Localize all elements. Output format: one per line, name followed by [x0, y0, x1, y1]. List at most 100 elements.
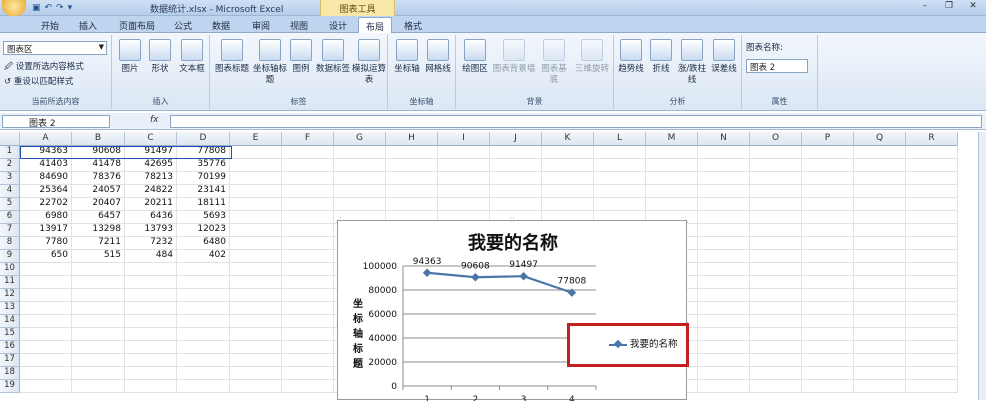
- plot-area[interactable]: 100000 80000 60000 40000 20000 0 1 2 3 4 94363 9060…: [338, 221, 688, 401]
- cell[interactable]: [282, 367, 334, 380]
- cell[interactable]: [906, 367, 958, 380]
- lines-button[interactable]: 折线: [646, 39, 676, 75]
- select-all-corner[interactable]: [0, 132, 20, 146]
- column-header-i[interactable]: I: [438, 132, 490, 146]
- data-labels-button[interactable]: 数据标签: [314, 39, 352, 75]
- row-header[interactable]: 17: [0, 354, 20, 367]
- cell[interactable]: [854, 263, 906, 276]
- cell[interactable]: 18111: [177, 198, 230, 211]
- cell[interactable]: [386, 159, 438, 172]
- cell[interactable]: [282, 328, 334, 341]
- cell[interactable]: [594, 146, 646, 159]
- cell[interactable]: [750, 198, 802, 211]
- cell[interactable]: [802, 237, 854, 250]
- cell[interactable]: [490, 159, 542, 172]
- cell[interactable]: [20, 263, 72, 276]
- cell[interactable]: [802, 159, 854, 172]
- row-header[interactable]: 18: [0, 367, 20, 380]
- column-header-h[interactable]: H: [386, 132, 438, 146]
- cell[interactable]: [750, 159, 802, 172]
- axis-titles-button[interactable]: 坐标轴标题: [252, 39, 288, 86]
- cell[interactable]: [750, 185, 802, 198]
- restore-icon[interactable]: ❐: [940, 1, 958, 14]
- cell[interactable]: [20, 289, 72, 302]
- row-header[interactable]: 6: [0, 211, 20, 224]
- cell[interactable]: [906, 146, 958, 159]
- cell[interactable]: [20, 354, 72, 367]
- cell[interactable]: [282, 354, 334, 367]
- cell[interactable]: [282, 146, 334, 159]
- cell[interactable]: [282, 237, 334, 250]
- cell[interactable]: [750, 289, 802, 302]
- cell[interactable]: [906, 172, 958, 185]
- row-header[interactable]: 16: [0, 341, 20, 354]
- legend-button[interactable]: 图例: [288, 39, 314, 75]
- cell[interactable]: [490, 172, 542, 185]
- cell[interactable]: [282, 315, 334, 328]
- cell[interactable]: [125, 315, 177, 328]
- tab-data[interactable]: 数据: [204, 17, 238, 33]
- cell[interactable]: [906, 289, 958, 302]
- cell[interactable]: [230, 237, 282, 250]
- cell[interactable]: [698, 380, 750, 393]
- plot-area-button[interactable]: 绘图区: [460, 39, 490, 75]
- cell[interactable]: [125, 289, 177, 302]
- cell[interactable]: [698, 315, 750, 328]
- cell[interactable]: [282, 289, 334, 302]
- minimize-icon[interactable]: –: [916, 1, 934, 14]
- cell[interactable]: [854, 367, 906, 380]
- row-header[interactable]: 9: [0, 250, 20, 263]
- row-header[interactable]: 11: [0, 276, 20, 289]
- cell[interactable]: [334, 159, 386, 172]
- cell[interactable]: [854, 354, 906, 367]
- cell[interactable]: [230, 302, 282, 315]
- vertical-scrollbar[interactable]: [978, 132, 986, 400]
- chart-element-dropdown[interactable]: 图表区 ▼: [3, 41, 107, 55]
- cell[interactable]: 13298: [72, 224, 125, 237]
- cell[interactable]: [750, 276, 802, 289]
- cell[interactable]: [230, 289, 282, 302]
- tab-design[interactable]: 设计: [322, 17, 354, 33]
- cell[interactable]: [802, 354, 854, 367]
- cell[interactable]: [854, 250, 906, 263]
- cell[interactable]: [230, 172, 282, 185]
- cell[interactable]: [20, 328, 72, 341]
- cell[interactable]: 23141: [177, 185, 230, 198]
- cell[interactable]: [438, 159, 490, 172]
- cell[interactable]: [72, 289, 125, 302]
- column-header-o[interactable]: O: [750, 132, 802, 146]
- cell[interactable]: [854, 198, 906, 211]
- name-box[interactable]: 图表 2: [2, 115, 110, 129]
- gridlines-button[interactable]: 网格线: [422, 39, 454, 75]
- cell[interactable]: [438, 185, 490, 198]
- cell[interactable]: 78376: [72, 172, 125, 185]
- row-header[interactable]: 8: [0, 237, 20, 250]
- cell[interactable]: [490, 185, 542, 198]
- row-header[interactable]: 5: [0, 198, 20, 211]
- cell[interactable]: [230, 328, 282, 341]
- cell[interactable]: [802, 185, 854, 198]
- cell[interactable]: [490, 198, 542, 211]
- cell[interactable]: [594, 198, 646, 211]
- cell[interactable]: [906, 211, 958, 224]
- cell[interactable]: [906, 198, 958, 211]
- cell[interactable]: [72, 315, 125, 328]
- cell[interactable]: [802, 367, 854, 380]
- cell[interactable]: [646, 159, 698, 172]
- cell[interactable]: [698, 185, 750, 198]
- cell[interactable]: [854, 224, 906, 237]
- cell[interactable]: [854, 302, 906, 315]
- column-header-k[interactable]: K: [542, 132, 594, 146]
- cell[interactable]: 24822: [125, 185, 177, 198]
- column-header-b[interactable]: B: [72, 132, 125, 146]
- cell[interactable]: [698, 172, 750, 185]
- row-header[interactable]: 7: [0, 224, 20, 237]
- cell[interactable]: [125, 276, 177, 289]
- cell[interactable]: 91497: [125, 146, 177, 159]
- cell[interactable]: [72, 263, 125, 276]
- cell[interactable]: [594, 185, 646, 198]
- cell[interactable]: 12023: [177, 224, 230, 237]
- cell[interactable]: [282, 263, 334, 276]
- cell[interactable]: [230, 354, 282, 367]
- cell[interactable]: 402: [177, 250, 230, 263]
